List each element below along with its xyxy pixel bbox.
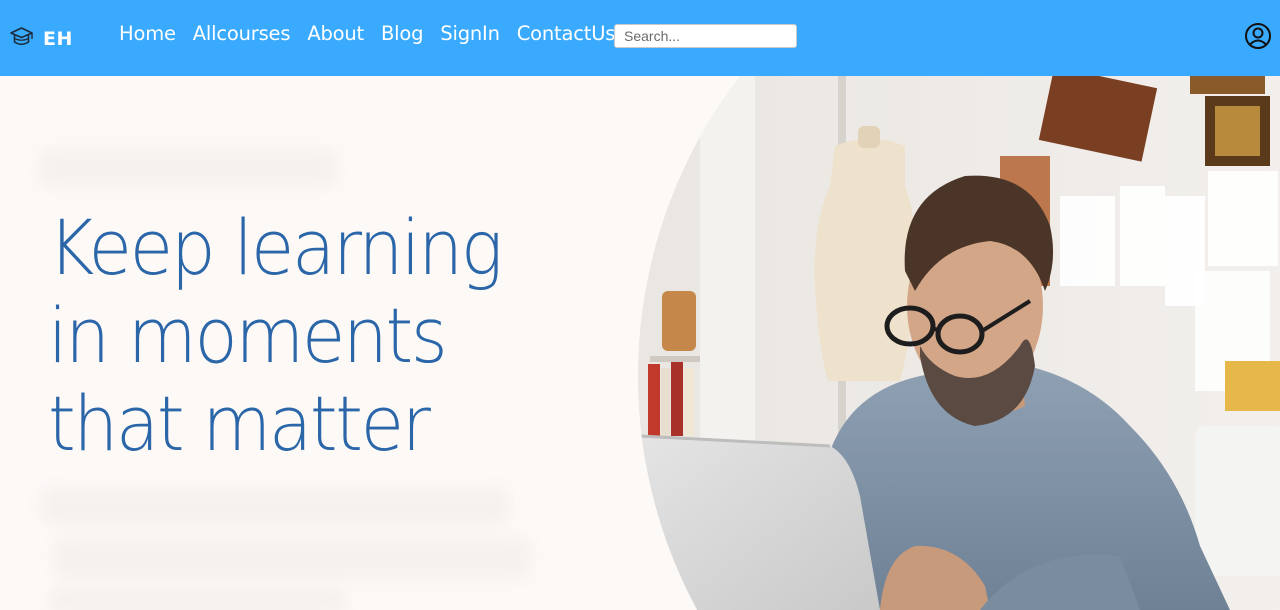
nav-about[interactable]: About <box>307 22 364 45</box>
user-circle-icon[interactable] <box>1244 22 1272 50</box>
nav-home[interactable]: Home <box>119 22 176 45</box>
hero-section: Keep learning in moments that matter <box>0 76 1280 610</box>
hero-photo <box>638 76 1280 610</box>
brand-name: EH <box>43 28 73 50</box>
search-input[interactable] <box>614 24 797 48</box>
brand-logo[interactable]: EH <box>9 24 73 50</box>
nav-signin[interactable]: SignIn <box>440 22 500 45</box>
main-nav: Home Allcourses About Blog SignIn Contac… <box>119 22 632 45</box>
nav-contactus[interactable]: ContactUs <box>517 22 616 45</box>
nav-allcourses[interactable]: Allcourses <box>193 22 291 45</box>
nav-blog[interactable]: Blog <box>381 22 424 45</box>
graduation-cap-icon <box>10 27 33 46</box>
navbar: EH Home Allcourses About Blog SignIn Con… <box>0 0 1280 76</box>
